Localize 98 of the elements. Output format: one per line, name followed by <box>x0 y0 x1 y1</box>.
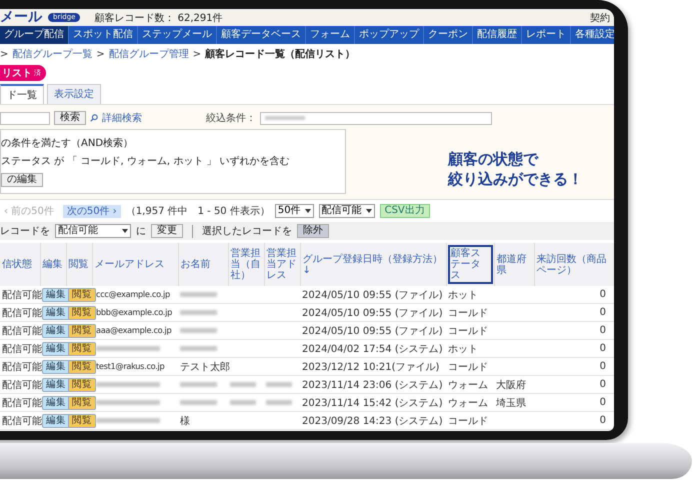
condition-mode: の条件を満たす（AND検索） <box>1 136 134 150</box>
breadcrumb-link[interactable]: 配信グループ一覧 <box>12 47 92 61</box>
table-cell: ウォーム <box>448 380 488 390</box>
filter-label: 絞込条件： <box>206 112 256 125</box>
bulk-status-select[interactable]: 配信可能 <box>55 224 131 238</box>
edit-button[interactable]: 編集 <box>42 288 70 302</box>
edit-button[interactable]: 編集 <box>42 306 70 320</box>
advanced-search-link[interactable]: 詳細検索 <box>102 111 142 125</box>
table-cell: ウォーム <box>448 398 488 408</box>
table-cell: 2024/05/10 09:55 (ファイル) <box>302 308 443 318</box>
table-cell: 0 <box>600 343 606 354</box>
table-cell: ホット <box>448 344 478 354</box>
per-page-select[interactable]: 50件 <box>274 204 314 218</box>
breadcrumb-separator: > <box>192 48 202 60</box>
table-cell: 2023/09/28 14:23 (システム) <box>302 416 443 426</box>
edit-button[interactable]: 編集 <box>42 360 70 374</box>
breadcrumb-current: 顧客レコード一覧（配信リスト） <box>205 47 356 61</box>
table-cell: 配信可能 <box>2 398 42 408</box>
table-cell: 配信可能 <box>2 326 42 336</box>
table-cell: 配信可能 <box>2 416 42 426</box>
column-header[interactable]: お名前 <box>180 258 212 271</box>
nav-tab[interactable]: ステップメール <box>138 26 217 44</box>
edit-button[interactable]: 編集 <box>42 324 70 338</box>
selected-label: 選択したレコードを <box>202 225 292 238</box>
table-cell: bbb@example.co.jp <box>96 307 172 317</box>
nav-tab[interactable]: ポップアップ <box>355 26 424 44</box>
table-cell: 2024/04/02 17:54 (システム) <box>302 344 443 354</box>
table-cell: ホット <box>448 290 478 300</box>
nav-tab[interactable]: グループ配信 <box>0 26 69 44</box>
table-cell: 大阪府 <box>496 380 526 390</box>
record-count: 顧客レコード数： 62,291件 <box>94 12 223 24</box>
view-button[interactable]: 閲覧 <box>68 414 96 428</box>
table-cell: 2024/05/10 09:55 (ファイル) <box>302 290 443 300</box>
status-select[interactable]: 配信可能 <box>318 204 375 218</box>
view-button[interactable]: 閲覧 <box>68 306 96 320</box>
view-button[interactable]: 閲覧 <box>68 324 96 338</box>
table-cell: 0 <box>600 307 606 318</box>
callout-text: 絞り込みができる！ <box>448 169 583 189</box>
nav-tab[interactable]: 各種設定 <box>571 26 614 44</box>
table-cell: aaa@example.co.jp <box>96 325 172 335</box>
edit-button[interactable]: 編集 <box>42 378 70 392</box>
column-header[interactable]: 顧客ステータス <box>448 245 492 284</box>
edit-condition-button[interactable]: の編集 <box>1 173 43 187</box>
nav-tab[interactable]: スポット配信 <box>69 26 138 44</box>
table-cell: 配信可能 <box>2 344 42 354</box>
table-cell: 様 <box>180 416 190 426</box>
table-cell: 0 <box>600 397 606 408</box>
table-cell: 0 <box>600 379 606 390</box>
breadcrumb-separator: > <box>0 48 8 60</box>
table-cell: 2024/05/10 09:55 (ファイル) <box>302 326 443 336</box>
nav-tab[interactable]: フォーム <box>306 26 355 44</box>
table-cell: 配信可能 <box>2 362 42 372</box>
view-button[interactable]: 閲覧 <box>68 288 96 302</box>
table-cell: test1@rakus.co.jp <box>96 361 164 371</box>
table-cell: 配信可能 <box>2 380 42 390</box>
edit-button[interactable]: 編集 <box>42 342 70 356</box>
bulk-label: レコードを <box>0 225 50 238</box>
brand-logo: メール <box>0 9 42 26</box>
view-button[interactable]: 閲覧 <box>68 378 96 392</box>
change-button[interactable]: 変更 <box>151 224 183 238</box>
table-cell: コールド <box>448 326 488 336</box>
view-button[interactable]: 閲覧 <box>68 342 96 356</box>
condition-rule: ステータス が 「 コールド, ウォーム, ホット 」 いずれかを含む <box>1 154 290 168</box>
table-cell: 配信可能 <box>2 290 42 300</box>
page-summary: （1,957 件中 1 - 50 件表示） <box>126 204 270 218</box>
table-cell: ccc@example.co.jp <box>96 289 170 299</box>
table-cell: テスト太郎 <box>180 362 230 372</box>
nav-tab[interactable]: 配信履歴 <box>473 26 522 44</box>
table-cell: コールド <box>448 416 488 426</box>
table-cell: 2023/12/12 10:21(ファイル) <box>302 362 440 372</box>
csv-export-button[interactable]: CSV出力 <box>380 204 430 218</box>
view-button[interactable]: 閲覧 <box>68 396 96 410</box>
contract-link[interactable]: 契約 <box>590 10 610 24</box>
tab[interactable]: 表示設定 <box>47 84 101 104</box>
table-cell: 0 <box>600 415 606 426</box>
table-cell: 配信可能 <box>2 308 42 318</box>
tab[interactable]: ド一覧 <box>0 84 44 104</box>
nav-tab[interactable]: レポート <box>522 26 571 44</box>
table-cell: 0 <box>600 289 606 300</box>
table-cell: 2023/11/14 15:42 (システム) <box>302 398 443 408</box>
bulk-particle: に <box>136 225 146 238</box>
next-page-button[interactable]: 次の50件 › <box>62 204 121 218</box>
breadcrumb-link[interactable]: 配信グループ管理 <box>108 47 189 61</box>
table-cell: 0 <box>600 325 606 336</box>
edit-button[interactable]: 編集 <box>42 414 70 428</box>
table-cell: 0 <box>600 361 606 372</box>
edit-button[interactable]: 編集 <box>42 396 70 410</box>
callout-text: 顧客の状態で <box>448 149 540 169</box>
table-cell: 埼玉県 <box>496 398 526 408</box>
table-cell: 2023/11/14 23:06 (システム) <box>302 380 443 390</box>
exclude-button[interactable]: 除外 <box>297 224 329 238</box>
table-cell: コールド <box>448 362 488 372</box>
nav-tab[interactable]: クーポン <box>424 26 473 44</box>
nav-tab[interactable]: 顧客データベース <box>217 26 306 44</box>
view-button[interactable]: 閲覧 <box>68 360 96 374</box>
table-cell: コールド <box>448 308 488 318</box>
search-button[interactable]: 検索 <box>54 111 86 125</box>
breadcrumb-separator: > <box>96 48 105 60</box>
